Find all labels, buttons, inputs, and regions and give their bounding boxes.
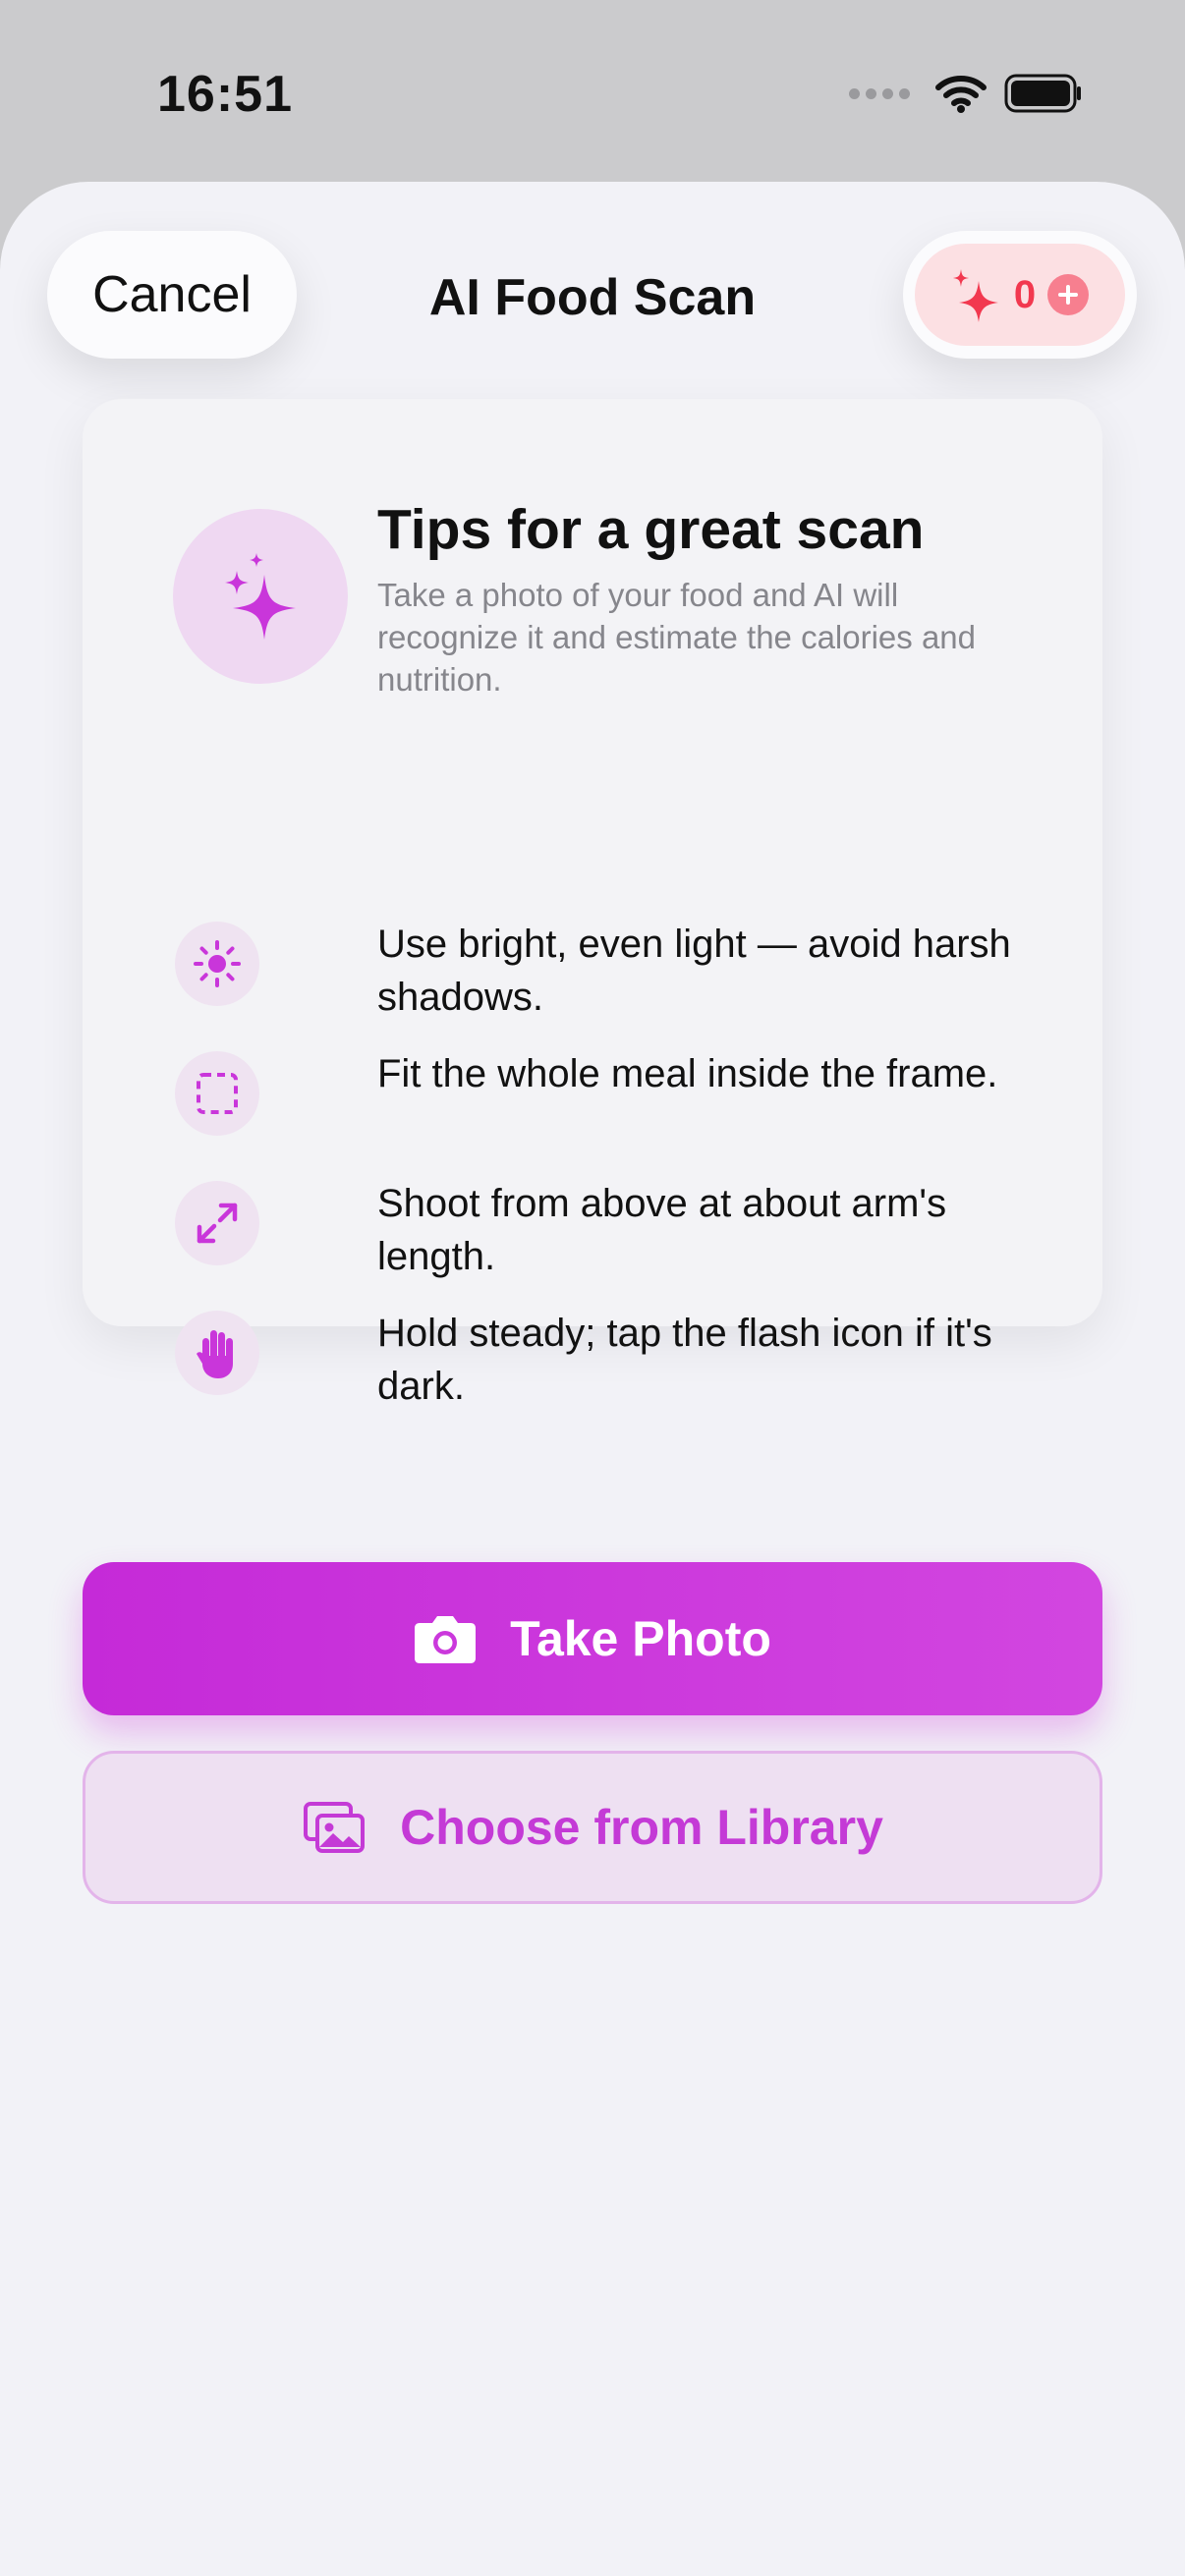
sun-icon: [175, 922, 259, 1006]
credits-count: 0: [1013, 272, 1037, 316]
status-time: 16:51: [157, 66, 293, 123]
camera-icon: [415, 1616, 477, 1663]
frame-icon: [175, 1051, 259, 1136]
ai-badge: [173, 509, 348, 684]
tips-card: Tips for a great scan Take a photo of yo…: [83, 399, 1102, 1408]
add-credits-icon: [1047, 274, 1090, 315]
status-bar: 16:51: [0, 0, 1185, 187]
choose-library-label: Choose from Library: [400, 1800, 883, 1855]
signal-dots-icon: [849, 87, 910, 99]
take-photo-button[interactable]: Take Photo: [83, 1562, 1102, 1715]
tip-text: Shoot from above at about arm's length.: [377, 1182, 947, 1278]
wifi-icon: [935, 76, 987, 113]
tips-title: Tips for a great scan: [377, 498, 925, 561]
sparkles-icon: [952, 269, 998, 322]
sparkles-icon: [225, 553, 296, 640]
tips-subtitle: Take a photo of your food and AI will re…: [377, 577, 977, 698]
expand-arrows-icon: [175, 1181, 259, 1265]
hand-icon: [175, 1311, 259, 1395]
tip-text: Fit the whole meal inside the frame.: [377, 1052, 998, 1095]
choose-library-button[interactable]: Choose from Library: [83, 1751, 1102, 1904]
battery-icon: [1004, 74, 1081, 113]
photo-library-icon: [304, 1802, 366, 1853]
status-indicators: [849, 73, 1083, 114]
tip-text: Hold steady; tap the flash icon if it's …: [377, 1312, 992, 1408]
tip-text: Use bright, even light — avoid harsh sha…: [377, 923, 1011, 1019]
take-photo-label: Take Photo: [510, 1611, 771, 1666]
credits-pill: 0: [915, 244, 1125, 346]
credits-button[interactable]: 0: [903, 231, 1137, 359]
